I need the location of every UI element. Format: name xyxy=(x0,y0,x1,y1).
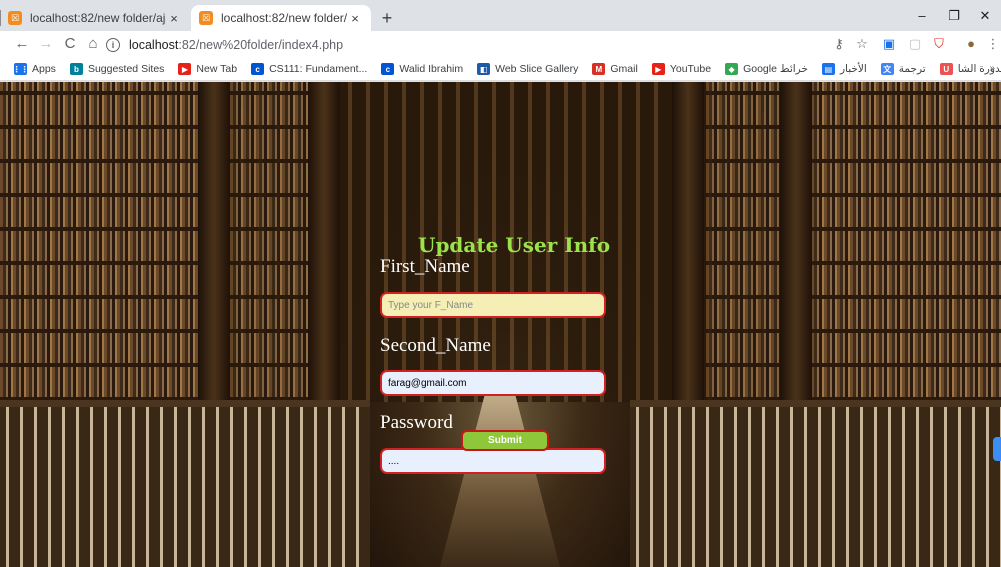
close-icon[interactable]: × xyxy=(166,11,182,26)
bookmark-item[interactable]: M Gmail xyxy=(592,63,638,75)
bookmarks-overflow-icon[interactable]: » xyxy=(989,63,995,74)
first-name-input[interactable] xyxy=(380,292,606,318)
url-host: localhost xyxy=(129,37,179,52)
bookmark-item[interactable]: ▶ New Tab xyxy=(178,63,237,75)
star-icon[interactable]: ☆ xyxy=(853,35,871,53)
maximize-button[interactable]: ❐ xyxy=(944,6,964,26)
youtube-icon: ▶ xyxy=(178,63,192,75)
side-scroll-tab[interactable] xyxy=(993,437,1001,461)
info-icon[interactable]: i xyxy=(106,37,120,52)
form-title: Update User Info xyxy=(418,233,611,257)
ie-slice-icon: ◧ xyxy=(477,63,491,75)
window-close-button[interactable]: ✕ xyxy=(975,6,995,26)
bookmark-item[interactable]: 文 ترجمة xyxy=(880,63,926,75)
background-balustrade xyxy=(630,407,1001,567)
url-path: :82/new%20folder/index4.php xyxy=(178,37,344,52)
translate-extension-icon[interactable]: ▣ xyxy=(880,35,898,53)
bookmark-item[interactable]: c Walid Ibrahim xyxy=(381,63,463,75)
browser-toolbar: ← → C ⌂ i localhost:82/new%20folder/inde… xyxy=(0,31,1001,58)
shield-extension-icon[interactable]: ⛉ xyxy=(930,35,948,53)
maps-icon: ◆ xyxy=(725,63,739,75)
bookmark-item[interactable]: ◆ Google خرائط xyxy=(725,63,808,75)
news-icon: ▤ xyxy=(821,63,835,75)
bookmark-label: YouTube xyxy=(669,63,712,75)
xampp-icon: ☒ xyxy=(199,11,213,25)
bookmark-label: Walid Ibrahim xyxy=(399,63,464,75)
address-bar[interactable]: i localhost:82/new%20folder/index4.php xyxy=(106,33,816,56)
close-icon[interactable]: × xyxy=(347,11,363,26)
bookmarks-bar: ⋮⋮ Apps b Suggested Sites ▶ New Tab c CS111: Fu… xyxy=(0,58,1001,81)
bookmark-label: الأخبار xyxy=(839,63,867,75)
bookmark-item[interactable]: b Suggested Sites xyxy=(69,63,165,75)
translate-icon: 文 xyxy=(880,63,894,75)
bookmark-item[interactable]: ▶ YouTube xyxy=(651,63,712,75)
bookmark-label: New Tab xyxy=(196,63,238,75)
youtube-icon: ▶ xyxy=(651,63,665,75)
menu-kebab-icon[interactable]: ⋮ xyxy=(984,35,1001,53)
key-icon[interactable]: ⚷ xyxy=(830,35,848,53)
bookmark-label: Web Slice Gallery xyxy=(495,63,579,75)
bing-icon: b xyxy=(69,63,83,75)
bookmark-item[interactable]: ▤ الأخبار xyxy=(821,63,867,75)
reload-button[interactable]: C xyxy=(60,34,80,54)
bookmark-label: Google خرائط xyxy=(743,63,808,75)
home-button[interactable]: ⌂ xyxy=(83,34,103,54)
coursera-icon: c xyxy=(381,63,395,75)
tab-title: localhost:82/new folder/index4.p xyxy=(221,11,347,25)
bookmark-label: Suggested Sites xyxy=(87,63,165,75)
xampp-icon: ☒ xyxy=(8,11,22,25)
submit-button[interactable]: Submit xyxy=(461,430,549,451)
minimize-button[interactable]: – xyxy=(912,6,932,26)
tab-strip: ☒ localhost:82/new folder/ajax.txt × ☒ l… xyxy=(0,0,1001,31)
second-name-label: Second_Name xyxy=(380,335,491,356)
first-name-label: First_Name xyxy=(380,256,470,277)
tab-ajax[interactable]: ☒ localhost:82/new folder/ajax.txt × xyxy=(0,5,190,31)
page-viewport: Update User Info First_Name Second_Name … xyxy=(0,82,1001,567)
background-aisle xyxy=(440,382,560,567)
tab-title: localhost:82/new folder/ajax.txt xyxy=(30,11,166,25)
password-label: Password xyxy=(380,412,453,433)
bookmark-label: Gmail xyxy=(610,63,638,75)
bookmark-item[interactable]: ◧ Web Slice Gallery xyxy=(477,63,578,75)
background-balustrade xyxy=(0,407,370,567)
avatar[interactable]: ● xyxy=(962,35,980,53)
tab-index4[interactable]: ☒ localhost:82/new folder/index4.p × xyxy=(191,5,371,31)
extension-icon[interactable]: ▢ xyxy=(906,35,924,53)
password-input[interactable] xyxy=(380,448,606,474)
forward-button[interactable]: → xyxy=(36,34,56,54)
bookmark-item[interactable]: ⋮⋮ Apps xyxy=(12,63,56,75)
bookmark-label: ترجمة xyxy=(898,63,926,75)
back-button[interactable]: ← xyxy=(12,34,32,54)
udemy-icon: U xyxy=(939,63,953,75)
new-tab-button[interactable]: + xyxy=(376,7,398,29)
apps-grid-icon: ⋮⋮ xyxy=(12,63,29,75)
bookmark-label: CS111: Fundament... xyxy=(269,63,368,75)
gmail-icon: M xyxy=(592,63,606,75)
bookmark-label: Apps xyxy=(32,63,56,75)
coursera-icon: c xyxy=(251,63,265,75)
second-name-input[interactable] xyxy=(380,370,606,396)
bookmark-item[interactable]: c CS111: Fundament... xyxy=(251,63,367,75)
